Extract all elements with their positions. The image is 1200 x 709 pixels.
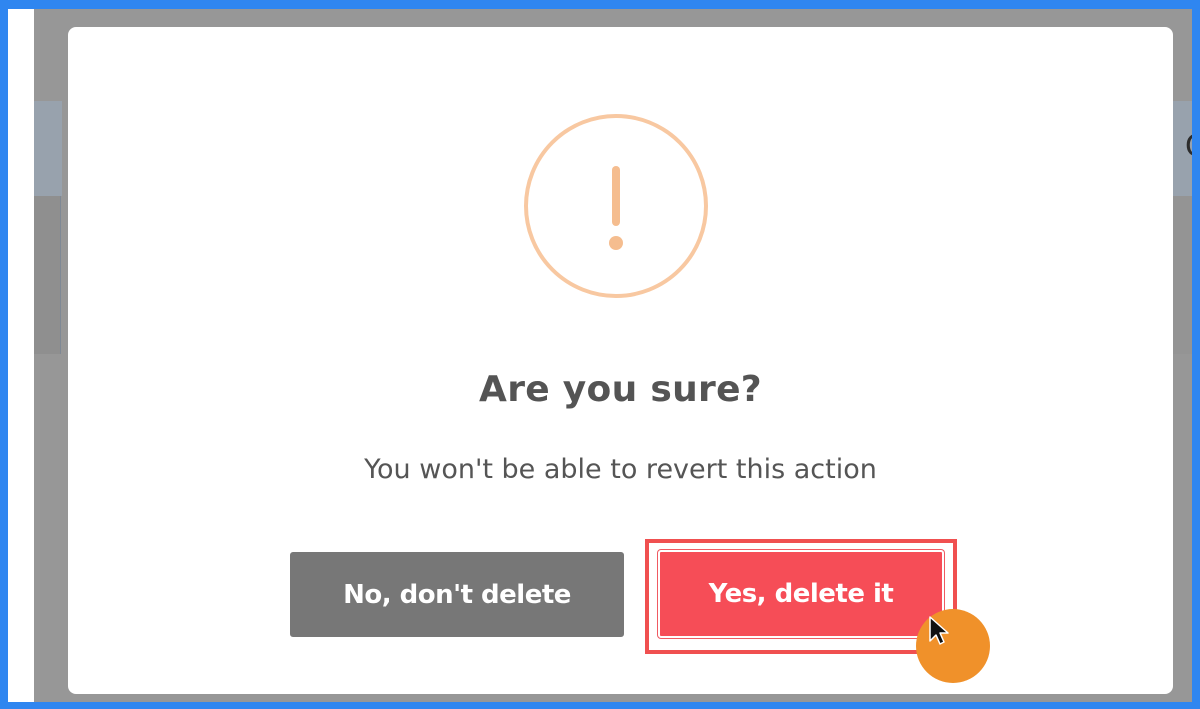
dialog-title: Are you sure? (479, 369, 762, 410)
warning-exclamation-icon (524, 114, 708, 298)
screenshot-frame: C Are you sure? You won't be able to rev… (0, 0, 1200, 709)
background-table-header-left (34, 101, 62, 196)
dialog-message: You won't be able to revert this action (364, 454, 877, 485)
confirm-delete-dialog: Are you sure? You won't be able to rever… (68, 27, 1173, 694)
mouse-pointer-icon (929, 616, 949, 645)
background-header-text: C (1185, 129, 1192, 164)
exclamation-bar (612, 166, 620, 226)
exclamation-dot (609, 236, 623, 250)
cancel-button[interactable]: No, don't delete (290, 552, 624, 637)
confirm-delete-button[interactable]: Yes, delete it (658, 550, 944, 638)
